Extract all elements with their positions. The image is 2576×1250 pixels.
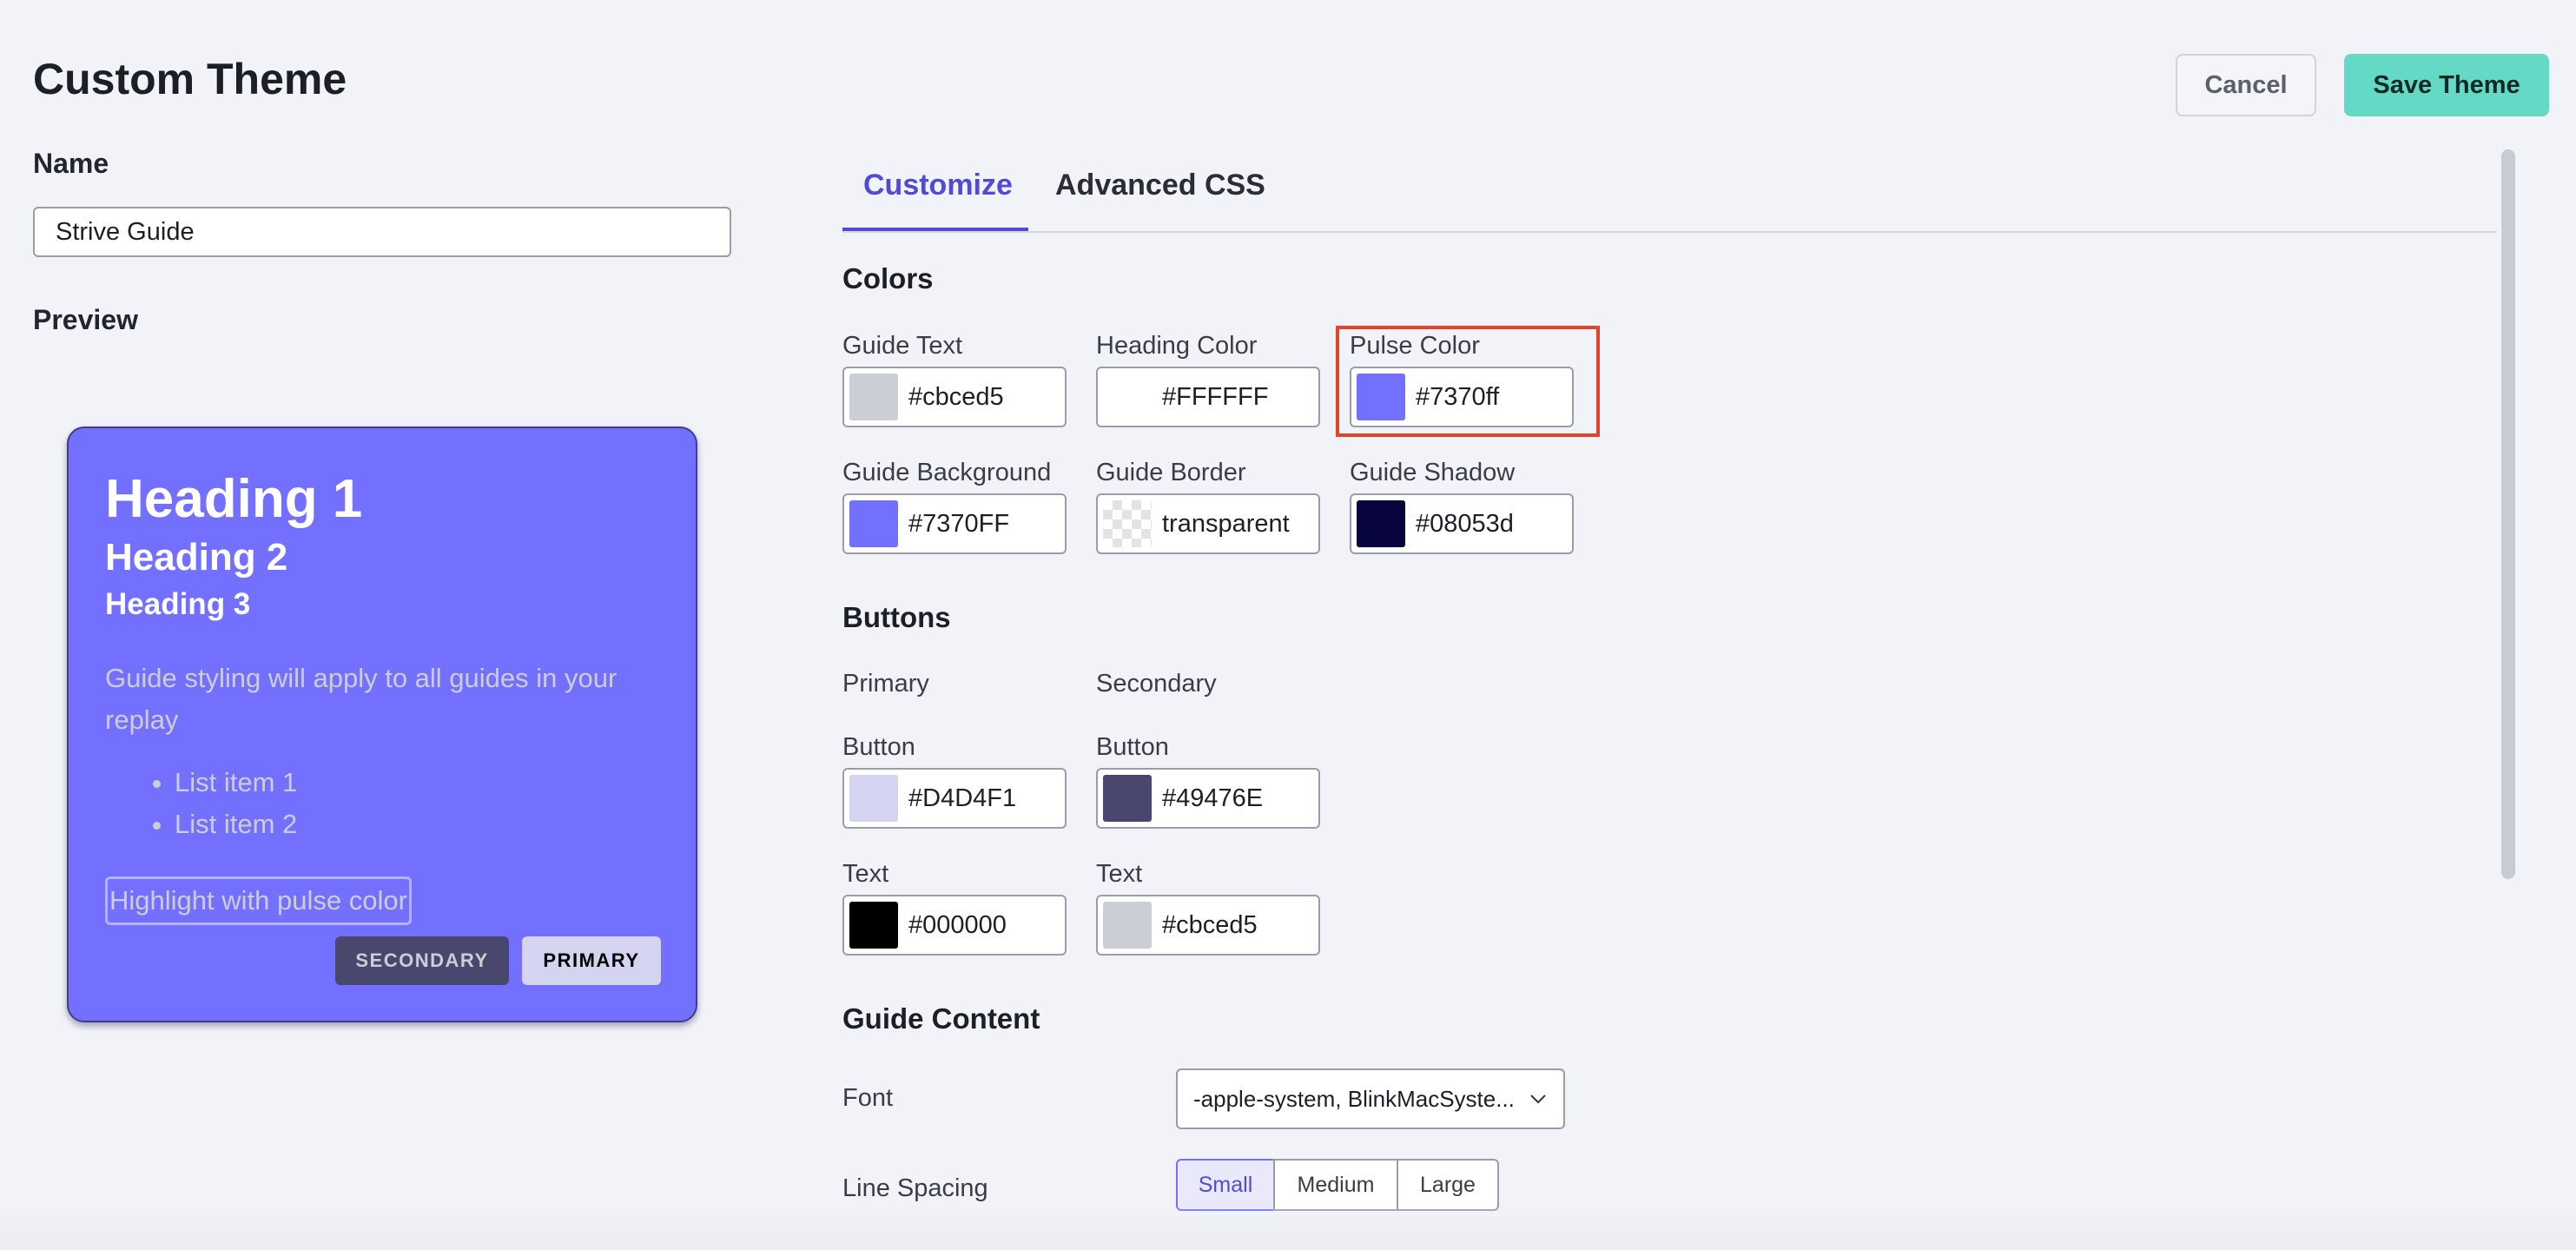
color-value[interactable]: #08053d <box>1416 495 1514 552</box>
buttons-section-title: Buttons <box>842 601 951 633</box>
color-value[interactable]: #cbced5 <box>1162 896 1258 954</box>
font-select[interactable]: -apple-system, BlinkMacSyste... <box>1176 1068 1565 1129</box>
guide-background-color-field[interactable]: #7370FF <box>842 493 1067 554</box>
preview-primary-button: PRIMARY <box>522 936 661 985</box>
guide-preview-card: Heading 1 Heading 2 Heading 3 Guide styl… <box>67 427 697 1022</box>
secondary-button-color-field[interactable]: #49476E <box>1096 768 1320 829</box>
color-swatch[interactable] <box>849 775 898 822</box>
color-value[interactable]: #49476E <box>1162 770 1263 827</box>
color-swatch[interactable] <box>1103 902 1152 949</box>
primary-text-color-label: Text <box>842 860 889 888</box>
page-title: Custom Theme <box>33 55 347 103</box>
list-item: List item 2 <box>175 804 297 845</box>
line-spacing-small[interactable]: Small <box>1176 1159 1275 1211</box>
preview-heading-1: Heading 1 <box>105 469 363 529</box>
list-item: List item 1 <box>175 762 297 804</box>
preview-heading-3: Heading 3 <box>105 587 251 621</box>
color-swatch[interactable] <box>849 902 898 949</box>
preview-secondary-button: SECONDARY <box>335 936 509 985</box>
primary-text-color-field[interactable]: #000000 <box>842 895 1067 956</box>
tab-advanced-css[interactable]: Advanced CSS <box>1055 169 1265 202</box>
primary-label: Primary <box>842 670 929 698</box>
scrollbar[interactable] <box>2501 149 2515 879</box>
tab-customize[interactable]: Customize <box>863 169 1013 202</box>
color-swatch[interactable] <box>849 374 898 420</box>
primary-button-color-field[interactable]: #D4D4F1 <box>842 768 1067 829</box>
guide-border-color-field[interactable]: transparent <box>1096 493 1320 554</box>
color-value[interactable]: transparent <box>1162 495 1290 552</box>
color-value[interactable]: #FFFFFF <box>1162 368 1268 426</box>
active-tab-indicator <box>842 228 1028 231</box>
guide-shadow-color-field[interactable]: #08053d <box>1350 493 1574 554</box>
secondary-label: Secondary <box>1096 670 1217 698</box>
primary-button-color-label: Button <box>842 733 915 761</box>
color-value[interactable]: #D4D4F1 <box>908 770 1016 827</box>
pulse-color-highlight-frame <box>1336 326 1600 437</box>
heading-color-field[interactable]: #FFFFFF <box>1096 367 1320 427</box>
secondary-text-color-label: Text <box>1096 860 1143 888</box>
font-label: Font <box>842 1084 894 1112</box>
preview-body-text: Guide styling will apply to all guides i… <box>105 663 618 735</box>
color-swatch[interactable] <box>1103 775 1152 822</box>
preview-list: List item 1 List item 2 <box>140 762 297 845</box>
font-select-value[interactable]: -apple-system, BlinkMacSyste... <box>1193 1070 1515 1128</box>
preview-heading-2: Heading 2 <box>105 536 288 579</box>
guide-shadow-label: Guide Shadow <box>1350 459 1516 486</box>
preview-label: Preview <box>33 304 138 335</box>
guide-content-section-title: Guide Content <box>842 1002 1040 1035</box>
color-value[interactable]: #cbced5 <box>908 368 1004 426</box>
bottom-fade <box>0 1206 2576 1250</box>
cancel-button[interactable]: Cancel <box>2176 54 2316 116</box>
color-value[interactable]: #000000 <box>908 896 1007 954</box>
line-spacing-label: Line Spacing <box>842 1174 988 1202</box>
guide-background-label: Guide Background <box>842 459 1052 486</box>
heading-color-label: Heading Color <box>1096 332 1258 360</box>
chevron-down-icon[interactable] <box>1529 1089 1548 1108</box>
color-swatch[interactable] <box>1357 500 1405 547</box>
guide-text-color-field[interactable]: #cbced5 <box>842 367 1067 427</box>
color-swatch[interactable] <box>849 500 898 547</box>
guide-border-label: Guide Border <box>1096 459 1246 486</box>
color-value[interactable]: #7370FF <box>908 495 1009 552</box>
guide-text-label: Guide Text <box>842 332 963 360</box>
colors-section-title: Colors <box>842 262 934 294</box>
save-theme-button[interactable]: Save Theme <box>2344 54 2549 116</box>
line-spacing-medium[interactable]: Medium <box>1273 1159 1398 1211</box>
tab-bar: Customize Advanced CSS <box>842 148 2497 233</box>
line-spacing-large[interactable]: Large <box>1397 1159 1499 1211</box>
transparent-swatch[interactable] <box>1103 500 1152 547</box>
name-input[interactable] <box>33 207 731 257</box>
name-label: Name <box>33 148 109 179</box>
secondary-button-color-label: Button <box>1096 733 1169 761</box>
secondary-text-color-field[interactable]: #cbced5 <box>1096 895 1320 956</box>
color-swatch[interactable] <box>1103 374 1152 420</box>
preview-highlight-text: Highlight with pulse color <box>105 876 412 925</box>
